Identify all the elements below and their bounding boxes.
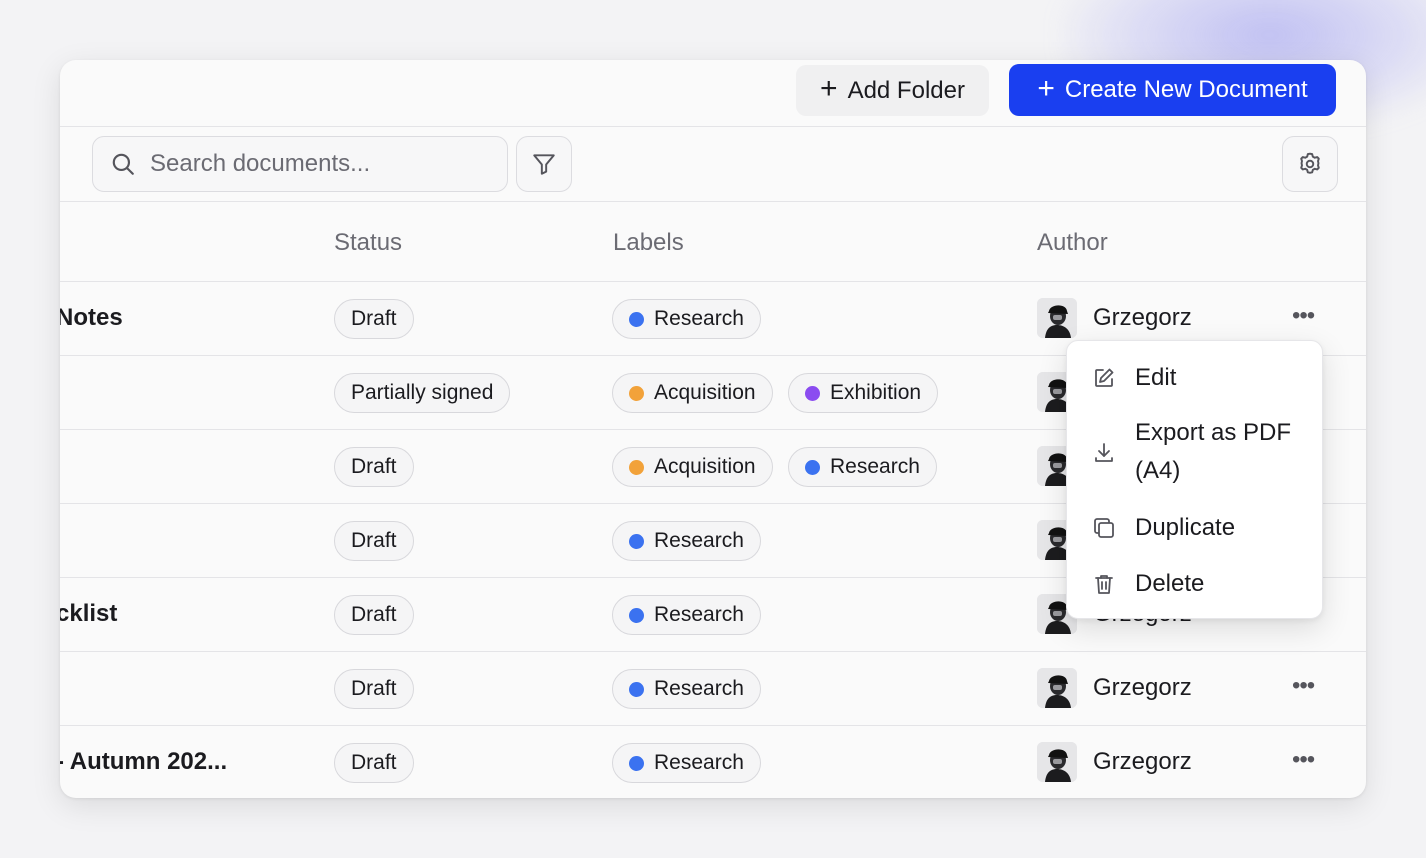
- status-badge: Draft: [334, 595, 414, 635]
- label-text: Research: [654, 307, 744, 330]
- settings-icon: [1300, 152, 1320, 174]
- label-badge: Research: [612, 595, 761, 635]
- label-text: Research: [830, 455, 920, 478]
- menu-item-label: Duplicate: [1135, 514, 1236, 541]
- more-icon[interactable]: •••: [1292, 302, 1315, 330]
- table-row[interactable]: - Autumn 202... Draft Research Grzegorz •••: [60, 726, 1366, 798]
- avatar: [1037, 668, 1077, 708]
- search-input[interactable]: [150, 150, 490, 178]
- label-badge: Research: [612, 669, 761, 709]
- label-color-dot: [629, 755, 644, 771]
- plus-icon: +: [1037, 71, 1055, 105]
- table-row[interactable]: Draft Research Grzegorz •••: [60, 652, 1366, 726]
- create-document-button[interactable]: + Create New Document: [1009, 64, 1336, 116]
- menu-item-duplicate[interactable]: Duplicate: [1067, 509, 1322, 549]
- label-color-dot: [805, 385, 820, 401]
- label-text: Research: [654, 529, 744, 552]
- label-badge: Acquisition: [612, 373, 773, 413]
- label-color-dot: [629, 681, 644, 697]
- menu-item-label: Delete: [1135, 570, 1205, 597]
- label-badge: Acquisition: [612, 447, 773, 487]
- column-header-author[interactable]: Author: [1037, 229, 1108, 257]
- search-box: [92, 136, 508, 192]
- add-folder-button[interactable]: + Add Folder: [796, 65, 989, 116]
- add-folder-label: Add Folder: [847, 76, 965, 104]
- search-toolbar: [60, 127, 1366, 202]
- download-icon: [1095, 443, 1113, 462]
- label-badge: Research: [612, 521, 761, 561]
- filter-icon: [533, 154, 555, 175]
- more-icon[interactable]: •••: [1292, 746, 1315, 774]
- label-color-dot: [629, 533, 644, 549]
- create-document-label: Create New Document: [1064, 76, 1308, 103]
- top-bar: + Add Folder + Create New Document: [60, 60, 1366, 127]
- label-text: Acquisition: [654, 455, 756, 478]
- label-text: Research: [654, 603, 744, 626]
- status-badge: Draft: [334, 743, 414, 783]
- label-color-dot: [629, 385, 644, 401]
- author-name: Grzegorz: [1093, 674, 1192, 701]
- table-header: Status Labels Author: [60, 202, 1366, 282]
- status-badge: Draft: [334, 521, 414, 561]
- column-header-status[interactable]: Status: [334, 229, 402, 257]
- search-icon: [112, 153, 134, 175]
- column-header-labels[interactable]: Labels: [613, 229, 684, 257]
- plus-icon: +: [820, 72, 838, 105]
- label-text: Acquisition: [654, 381, 756, 404]
- status-badge: Draft: [334, 669, 414, 709]
- document-name[interactable]: - Autumn 202...: [60, 748, 227, 776]
- avatar: [1037, 742, 1077, 782]
- more-icon[interactable]: •••: [1292, 672, 1315, 700]
- label-color-dot: [629, 311, 644, 327]
- settings-button[interactable]: [1282, 136, 1338, 192]
- status-badge: Partially signed: [334, 373, 511, 413]
- edit-icon: [1095, 368, 1114, 387]
- label-text: Research: [654, 677, 744, 700]
- document-name[interactable]: Notes: [60, 304, 123, 332]
- menu-item-delete[interactable]: Delete: [1067, 565, 1322, 605]
- label-text: Exhibition: [830, 381, 922, 404]
- label-badge: Exhibition: [788, 373, 939, 413]
- label-color-dot: [629, 459, 644, 475]
- status-badge: Draft: [334, 447, 414, 487]
- label-text: Research: [654, 751, 744, 774]
- status-badge: Draft: [334, 299, 414, 339]
- duplicate-icon: [1094, 518, 1114, 538]
- menu-item-label: Export as PDF (A4): [1135, 419, 1292, 484]
- label-badge: Research: [788, 447, 937, 487]
- label-color-dot: [629, 607, 644, 623]
- author-name: Grzegorz: [1093, 304, 1192, 331]
- label-badge: Research: [612, 299, 761, 339]
- document-name[interactable]: cklist: [60, 600, 117, 628]
- avatar: [1037, 298, 1077, 338]
- menu-item-export-pdf[interactable]: Export as PDF (A4): [1067, 414, 1322, 490]
- trash-icon: [1095, 575, 1113, 594]
- menu-item-label: Edit: [1135, 364, 1177, 391]
- label-color-dot: [805, 459, 820, 475]
- label-badge: Research: [612, 743, 761, 783]
- filter-button[interactable]: [516, 136, 572, 192]
- menu-item-edit[interactable]: Edit: [1067, 359, 1322, 399]
- author-name: Grzegorz: [1093, 748, 1192, 775]
- row-context-menu: Edit Export as PDF (A4) Duplicate Delete: [1066, 340, 1323, 619]
